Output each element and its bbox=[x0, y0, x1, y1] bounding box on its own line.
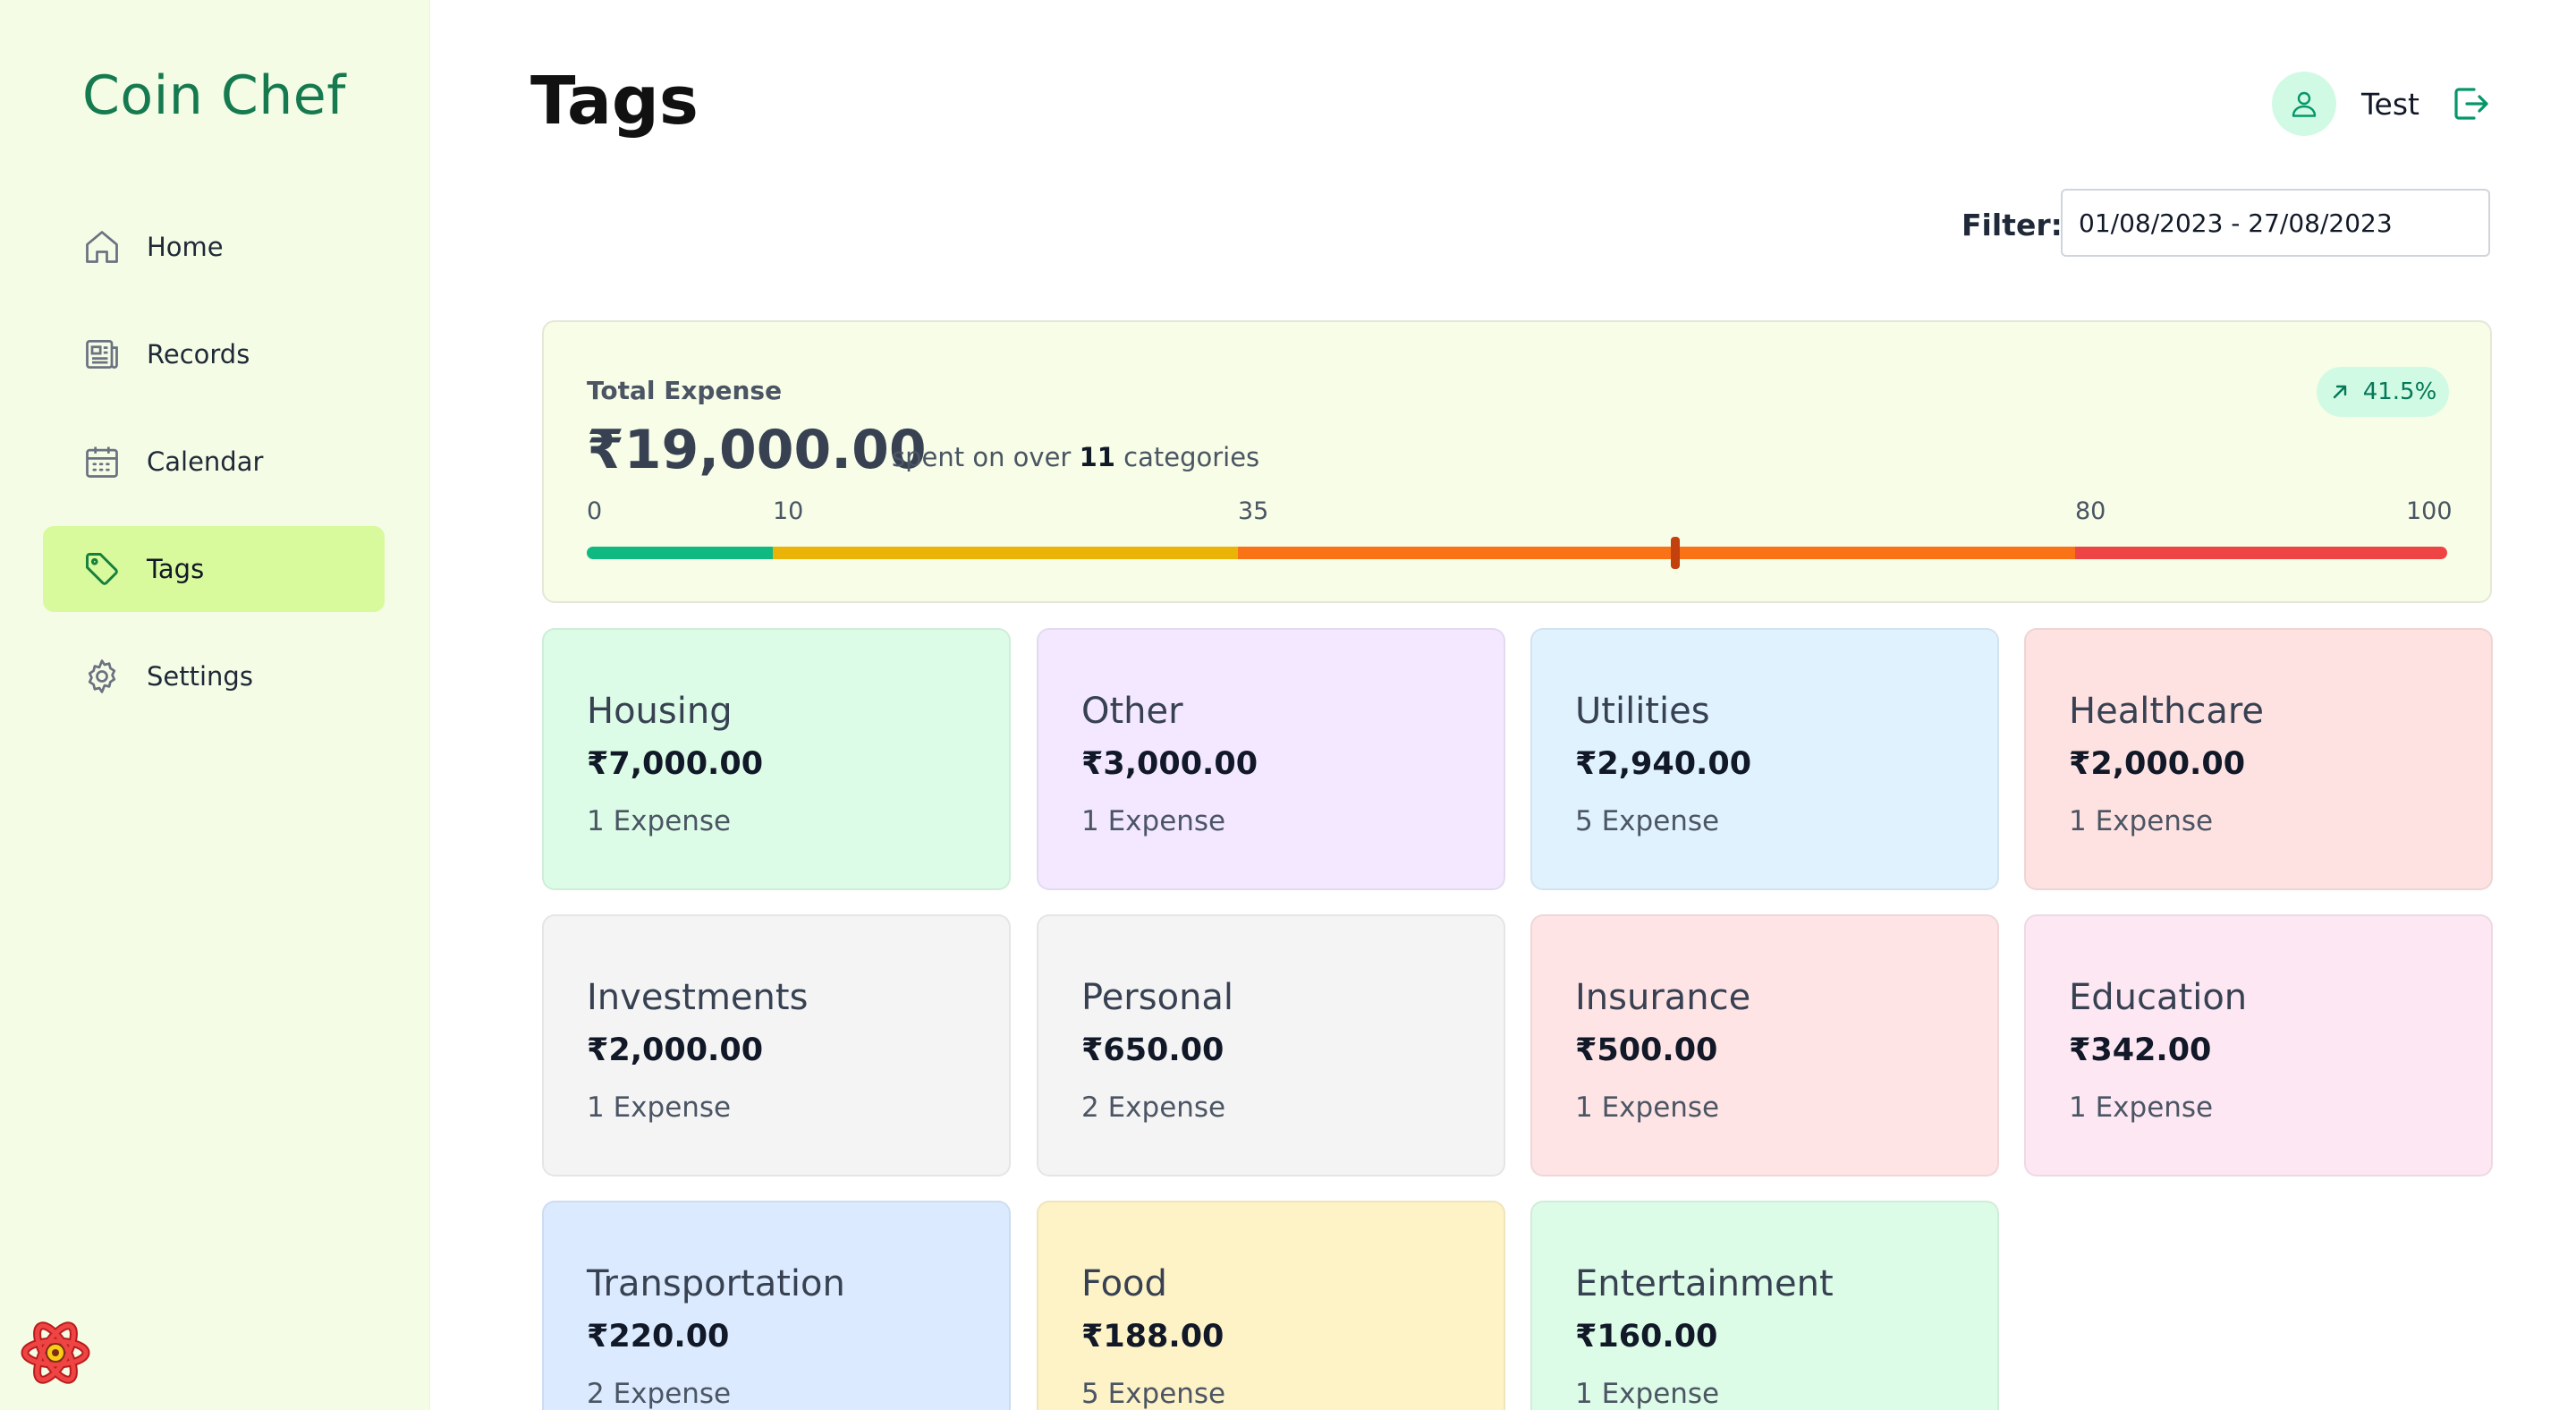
tag-count: 1 Expense bbox=[587, 805, 732, 837]
tag-name: Education bbox=[2069, 977, 2248, 1018]
sidebar-item-label: Tags bbox=[147, 554, 205, 584]
gear-icon bbox=[82, 657, 122, 696]
tag-name: Entertainment bbox=[1575, 1263, 1834, 1304]
tag-name: Other bbox=[1081, 691, 1183, 732]
tag-count: 2 Expense bbox=[587, 1378, 732, 1410]
scale-segment bbox=[587, 547, 773, 559]
sidebar-item-label: Calendar bbox=[147, 446, 264, 477]
react-devtools-icon[interactable] bbox=[18, 1315, 93, 1390]
sidebar-item-records[interactable]: Records bbox=[43, 311, 385, 397]
tag-count: 5 Expense bbox=[1081, 1378, 1226, 1410]
filter-label: Filter: bbox=[1962, 208, 2063, 242]
tag-count: 2 Expense bbox=[1081, 1091, 1226, 1124]
tag-count: 1 Expense bbox=[1081, 805, 1226, 837]
page-title: Tags bbox=[530, 63, 699, 140]
tag-name: Investments bbox=[587, 977, 809, 1018]
scale-tick-label: 80 bbox=[2075, 497, 2106, 525]
tag-card-transportation[interactable]: Transportation ₹220.00 2 Expense bbox=[542, 1201, 1011, 1410]
tag-icon bbox=[82, 549, 122, 589]
tag-card-investments[interactable]: Investments ₹2,000.00 1 Expense bbox=[542, 914, 1011, 1176]
scale-tick-label: 35 bbox=[1238, 497, 1269, 525]
tag-card-housing[interactable]: Housing ₹7,000.00 1 Expense bbox=[542, 628, 1011, 890]
tag-name: Utilities bbox=[1575, 691, 1710, 732]
tag-count: 1 Expense bbox=[1575, 1378, 1720, 1410]
tag-amount: ₹160.00 bbox=[1575, 1319, 1718, 1355]
sidebar-item-home[interactable]: Home bbox=[43, 204, 385, 290]
subtitle-suffix: categories bbox=[1123, 442, 1260, 472]
tag-name: Housing bbox=[587, 691, 733, 732]
user-name: Test bbox=[2361, 86, 2419, 122]
scale-tick-label: 10 bbox=[773, 497, 804, 525]
tag-name: Food bbox=[1081, 1263, 1167, 1304]
sidebar-item-label: Settings bbox=[147, 661, 253, 692]
tag-card-education[interactable]: Education ₹342.00 1 Expense bbox=[2024, 914, 2493, 1176]
tag-card-personal[interactable]: Personal ₹650.00 2 Expense bbox=[1037, 914, 1505, 1176]
sidebar-item-tags[interactable]: Tags bbox=[43, 526, 385, 612]
tag-amount: ₹220.00 bbox=[587, 1319, 730, 1355]
tag-amount: ₹650.00 bbox=[1081, 1032, 1224, 1068]
tag-amount: ₹3,000.00 bbox=[1081, 746, 1258, 782]
category-count: 11 bbox=[1079, 442, 1115, 472]
tag-card-insurance[interactable]: Insurance ₹500.00 1 Expense bbox=[1530, 914, 1999, 1176]
tag-amount: ₹7,000.00 bbox=[587, 746, 764, 782]
tag-name: Healthcare bbox=[2069, 691, 2265, 732]
tag-name: Transportation bbox=[587, 1263, 845, 1304]
scale-segment bbox=[773, 547, 1238, 559]
scale-segment bbox=[2075, 547, 2447, 559]
tag-card-utilities[interactable]: Utilities ₹2,940.00 5 Expense bbox=[1530, 628, 1999, 890]
tag-count: 1 Expense bbox=[2069, 805, 2214, 837]
sidebar-item-label: Records bbox=[147, 339, 250, 369]
total-expense-label: Total Expense bbox=[587, 376, 783, 405]
calendar-icon bbox=[82, 442, 122, 481]
tag-amount: ₹500.00 bbox=[1575, 1032, 1718, 1068]
logout-icon[interactable] bbox=[2449, 82, 2492, 125]
arrow-up-right-icon bbox=[2333, 385, 2346, 399]
tag-name: Insurance bbox=[1575, 977, 1751, 1018]
tag-count: 5 Expense bbox=[1575, 805, 1720, 837]
sidebar-item-label: Home bbox=[147, 232, 224, 262]
change-badge: 41.5% bbox=[2317, 367, 2449, 417]
total-expense-subtitle: spent on over 11 categories bbox=[892, 442, 1259, 472]
sidebar-item-calendar[interactable]: Calendar bbox=[43, 419, 385, 505]
expense-scale-bar bbox=[587, 547, 2447, 559]
sidebar: Coin Chef Home Records Calendar Tags Set… bbox=[0, 0, 430, 1410]
total-expense-amount: ₹19,000.00 bbox=[587, 419, 927, 481]
home-icon bbox=[82, 227, 122, 267]
tag-card-entertainment[interactable]: Entertainment ₹160.00 1 Expense bbox=[1530, 1201, 1999, 1410]
tag-count: 1 Expense bbox=[2069, 1091, 2214, 1124]
newspaper-icon bbox=[82, 335, 122, 374]
tag-name: Personal bbox=[1081, 977, 1234, 1018]
tag-card-healthcare[interactable]: Healthcare ₹2,000.00 1 Expense bbox=[2024, 628, 2493, 890]
total-expense-card: Total Expense ₹19,000.00 spent on over 1… bbox=[542, 320, 2492, 603]
tag-amount: ₹188.00 bbox=[1081, 1319, 1224, 1355]
change-value: 41.5% bbox=[2362, 378, 2437, 405]
tag-amount: ₹2,940.00 bbox=[1575, 746, 1752, 782]
scale-segment bbox=[1238, 547, 2075, 559]
tag-amount: ₹342.00 bbox=[2069, 1032, 2212, 1068]
subtitle-prefix: spent on over bbox=[892, 442, 1072, 472]
avatar[interactable] bbox=[2272, 72, 2336, 136]
tag-card-food[interactable]: Food ₹188.00 5 Expense bbox=[1037, 1201, 1505, 1410]
user-menu[interactable]: Test bbox=[2272, 72, 2419, 136]
expense-scale-marker bbox=[1670, 537, 1680, 569]
tag-count: 1 Expense bbox=[1575, 1091, 1720, 1124]
tag-count: 1 Expense bbox=[587, 1091, 732, 1124]
scale-tick-label: 100 bbox=[2406, 497, 2453, 525]
scale-tick-label: 0 bbox=[587, 497, 603, 525]
tag-card-other[interactable]: Other ₹3,000.00 1 Expense bbox=[1037, 628, 1505, 890]
app-logo-text[interactable]: Coin Chef bbox=[82, 64, 346, 127]
tag-amount: ₹2,000.00 bbox=[2069, 746, 2246, 782]
tag-amount: ₹2,000.00 bbox=[587, 1032, 764, 1068]
date-range-filter-input[interactable] bbox=[2061, 189, 2490, 257]
sidebar-item-settings[interactable]: Settings bbox=[43, 633, 385, 719]
